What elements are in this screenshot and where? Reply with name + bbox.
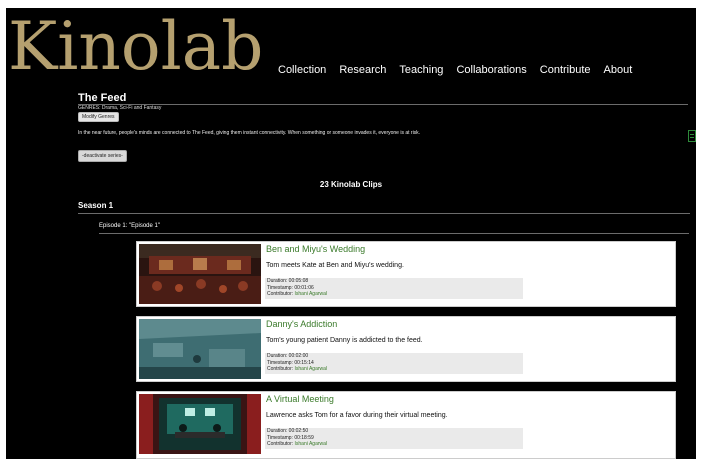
clip-contributor: Contributor: Ishani Agarwal <box>265 441 523 448</box>
clip-metadata: Duration: 00:05:08 Timestamp: 00:01:06 C… <box>265 278 523 299</box>
clip-metadata: Duration: 00:02:50 Timestamp: 00:18:59 C… <box>265 428 523 449</box>
clip-title[interactable]: Danny's Addiction <box>266 319 337 329</box>
nav-contribute[interactable]: Contribute <box>540 64 591 76</box>
contributor-label: Contributor: <box>267 291 295 298</box>
clip-thumbnail[interactable] <box>139 319 261 379</box>
clip-thumbnail[interactable] <box>139 394 261 454</box>
page-frame: Kinolab Collection Research Teaching Col… <box>6 8 696 459</box>
modify-genres-button[interactable]: Modify Genres <box>78 112 119 122</box>
clip-title[interactable]: A Virtual Meeting <box>266 394 334 404</box>
title-divider <box>78 104 688 105</box>
series-description: In the near future, people's minds are c… <box>78 130 421 136</box>
nav-teaching[interactable]: Teaching <box>399 64 443 76</box>
clip-description: Lawrence asks Tom for a favor during the… <box>266 412 448 419</box>
contributor-label: Contributor: <box>267 441 295 448</box>
clip-metadata: Duration: 00:02:00 Timestamp: 00:15:14 C… <box>265 353 523 374</box>
clip-timestamp: Timestamp: 00:01:06 <box>267 284 314 291</box>
contributor-link[interactable]: Ishani Agarwal <box>295 366 328 372</box>
clip-title[interactable]: Ben and Miyu's Wedding <box>266 244 365 254</box>
clip-timestamp: Timestamp: 00:15:14 <box>267 359 314 366</box>
clip-contributor: Contributor: Ishani Agarwal <box>265 366 523 373</box>
main-nav: Collection Research Teaching Collaborati… <box>278 64 645 76</box>
clip-duration: Duration: 00:02:00 <box>267 353 309 359</box>
nav-research[interactable]: Research <box>339 64 386 76</box>
clip-description: Tom meets Kate at Ben and Miyu's wedding… <box>266 262 404 269</box>
nav-collection[interactable]: Collection <box>278 64 326 76</box>
clip-card[interactable]: A Virtual Meeting Lawrence asks Tom for … <box>136 391 676 459</box>
clip-card[interactable]: Danny's Addiction Tom's young patient Da… <box>136 316 676 382</box>
clip-contributor: Contributor: Ishani Agarwal <box>265 291 523 298</box>
site-logo[interactable]: Kinolab <box>8 8 263 86</box>
season-divider <box>78 213 690 214</box>
clip-duration: Duration: 00:05:08 <box>267 278 309 284</box>
clip-card[interactable]: Ben and Miyu's Wedding Tom meets Kate at… <box>136 241 676 307</box>
clip-duration: Duration: 00:02:50 <box>267 428 309 434</box>
series-genres: GENRES: Drama, Sci-Fi and Fantasy <box>78 105 162 111</box>
contributor-label: Contributor: <box>267 366 295 373</box>
nav-collaborations[interactable]: Collaborations <box>456 64 526 76</box>
season-heading[interactable]: Season 1 <box>78 201 113 210</box>
series-title: The Feed <box>78 92 127 104</box>
episode-heading[interactable]: Episode 1: "Episode 1" <box>99 223 160 229</box>
clip-thumbnail[interactable] <box>139 244 261 304</box>
nav-about[interactable]: About <box>604 64 633 76</box>
deactivate-series-button[interactable]: -deactivate series- <box>78 150 127 162</box>
contributor-link[interactable]: Ishani Agarwal <box>295 291 328 297</box>
document-icon[interactable] <box>688 130 696 142</box>
contributor-link[interactable]: Ishani Agarwal <box>295 441 328 447</box>
clip-description: Tom's young patient Danny is addicted to… <box>266 337 423 344</box>
episode-divider <box>99 233 689 234</box>
clip-timestamp: Timestamp: 00:18:59 <box>267 434 314 441</box>
clip-count: 23 Kinolab Clips <box>319 180 383 189</box>
